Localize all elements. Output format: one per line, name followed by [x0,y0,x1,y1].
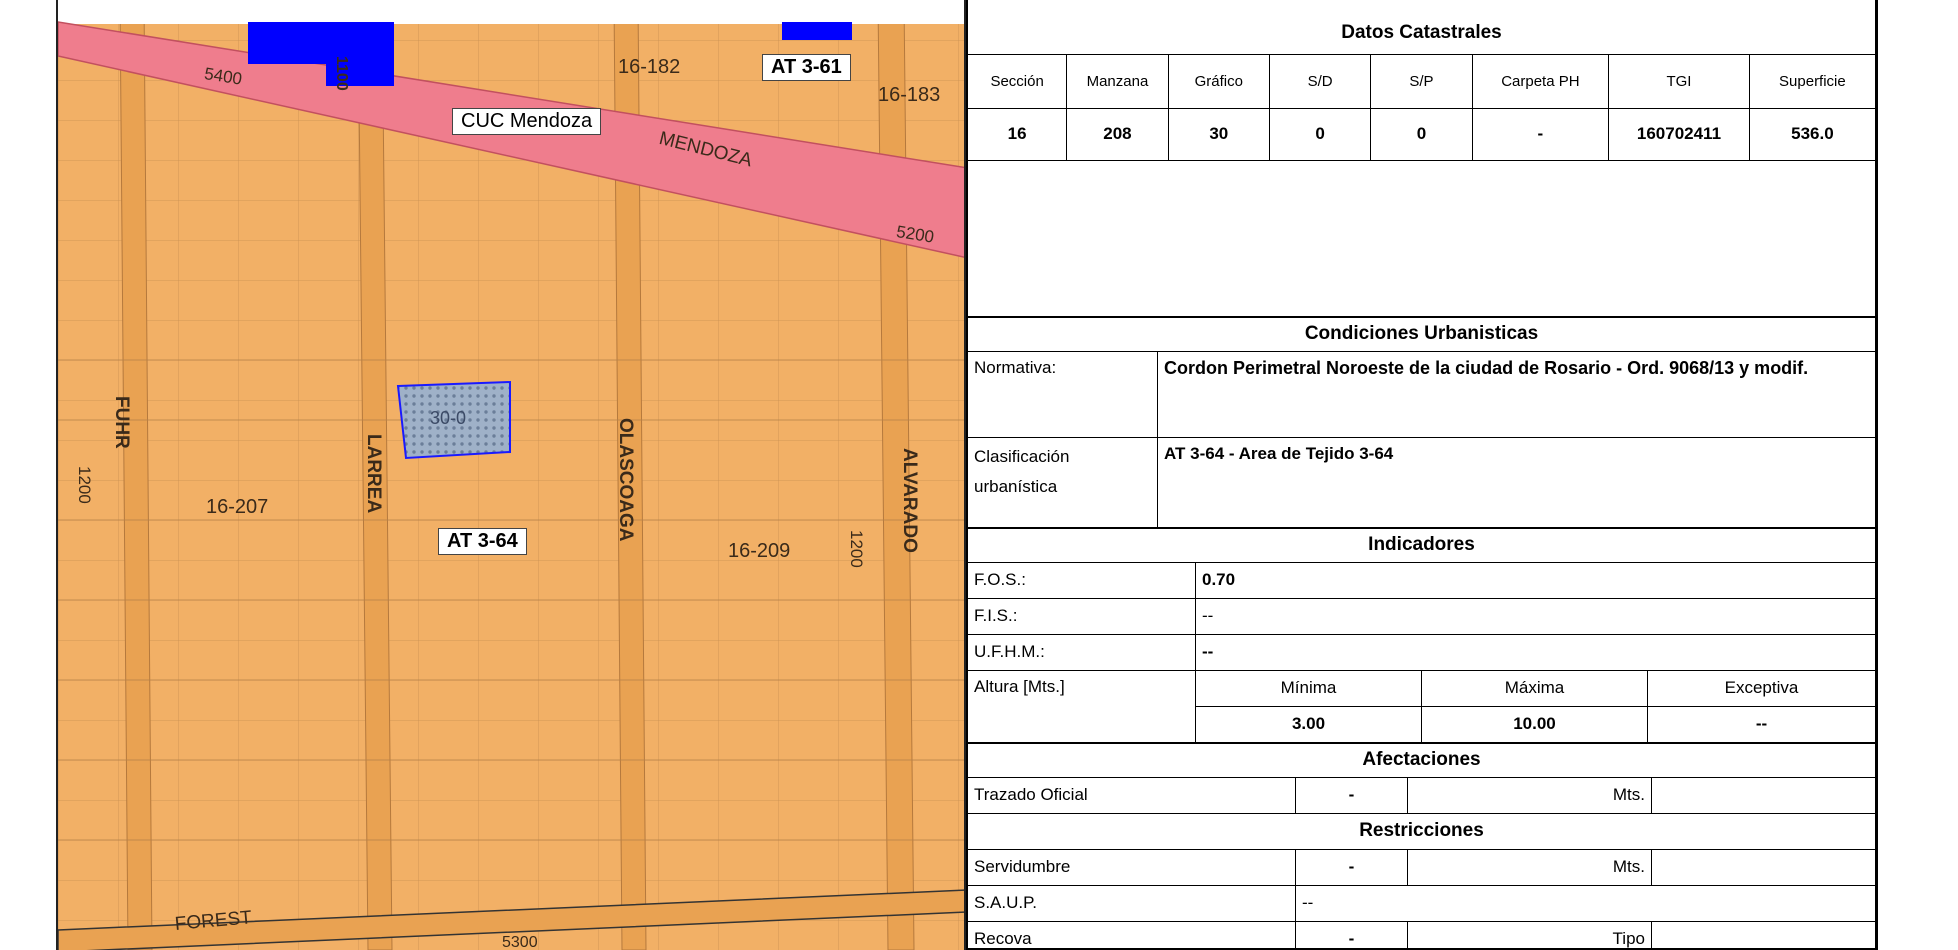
recova-value: - [1295,920,1408,948]
afectaciones-table: Afectaciones Trazado Oficial - Mts. Rest… [967,742,1876,948]
catastro-table: Datos Catastrales Sección Manzana Gráfic… [967,0,1876,317]
clasificacion-value: AT 3-64 - Area de Tejido 3-64 [1157,436,1876,528]
servidumbre-label: Servidumbre [967,848,1296,886]
value-carpeta-ph: - [1471,107,1610,161]
zone-label-at-3-64: AT 3-64 [438,528,527,555]
value-manzana: 208 [1066,107,1169,161]
afectaciones-title: Afectaciones [967,742,1876,778]
minima-value: 3.00 [1195,705,1422,743]
indicadores-title: Indicadores [967,527,1876,563]
fis-label: F.I.S.: [967,597,1196,635]
maxima-value: 10.00 [1421,705,1648,743]
ufhm-value: -- [1195,633,1876,671]
street-label-olascoaga: OLASCOAGA [615,418,636,542]
catastro-title: Datos Catastrales [967,0,1876,55]
label-lot-16-182: 16-182 [618,56,681,78]
normativa-label: Normativa: [967,350,1158,438]
value-grafico: 30 [1167,107,1270,161]
value-seccion: 16 [967,107,1068,161]
recova-unit: Tipo [1407,920,1652,948]
value-tgi: 160702411 [1608,107,1750,161]
clasificacion-label-line2: urbanística [974,476,1058,496]
header-tgi: TGI [1608,53,1750,109]
blank-area [967,159,1876,317]
servidumbre-unit: Mts. [1407,848,1652,886]
zone-label-at-3-61: AT 3-61 [762,54,851,81]
map-drawing [58,0,964,950]
parcel-info-panel: Datos Catastrales Sección Manzana Gráfic… [966,0,1878,950]
header-superficie: Superficie [1748,53,1876,109]
value-superficie: 536.0 [1748,107,1876,161]
recova-label: Recova [967,920,1296,948]
street-label-larrea: LARREA [363,434,384,514]
header-sd: S/D [1268,53,1372,109]
excepcional-value: -- [1647,705,1876,743]
indicadores-table: Indicadores F.O.S.: 0.70 F.I.S.: -- U.F.… [967,527,1876,743]
fis-value: -- [1195,597,1876,635]
label-1100: 1100 [333,56,350,91]
label-5300: 5300 [502,934,538,950]
street-label-alvarado: ALVARADO [899,448,920,553]
saup-label: S.A.U.P. [967,884,1296,922]
servidumbre-value: - [1295,848,1408,886]
street-label-fuhr: FUHR [111,396,132,449]
fos-value: 0.70 [1195,561,1876,599]
zone-label-cuc-mendoza: CUC Mendoza [452,108,602,135]
cadastral-map[interactable]: 5400 1100 16-182 AT 3-61 16-183 CUC Mend… [56,0,966,950]
trazado-extra [1651,776,1876,814]
label-1200-left: 1200 [75,466,94,504]
value-sp: 0 [1370,107,1473,161]
fos-label: F.O.S.: [967,561,1196,599]
condiciones-table: Condiciones Urbanisticas Normativa: Cord… [967,316,1876,528]
trazado-unit: Mts. [1407,776,1652,814]
saup-value: -- [1295,884,1876,922]
label-lot-16-183: 16-183 [878,84,941,106]
recova-extra [1651,920,1876,948]
trazado-label: Trazado Oficial [967,776,1296,814]
header-manzana: Manzana [1066,53,1169,109]
header-sp: S/P [1370,53,1473,109]
label-lot-16-207: 16-207 [206,496,269,518]
minima-label: Mínima [1195,669,1422,707]
header-seccion: Sección [967,53,1068,109]
altura-label: Altura [Mts.] [967,669,1196,743]
value-sd: 0 [1268,107,1372,161]
maxima-label: Máxima [1421,669,1648,707]
ufhm-label: U.F.H.M.: [967,633,1196,671]
excepcional-label: Exceptiva [1647,669,1876,707]
label-lot-16-209: 16-209 [728,540,791,562]
condiciones-title: Condiciones Urbanisticas [967,316,1876,352]
parcel-label-30-0: 30-0 [430,408,467,428]
clasificacion-label: Clasificación urbanística [967,436,1158,528]
restricciones-title: Restricciones [967,812,1876,850]
header-grafico: Gráfico [1167,53,1270,109]
servidumbre-extra [1651,848,1876,886]
clasificacion-label-line1: Clasificación [974,446,1070,466]
header-carpeta-ph: Carpeta PH [1471,53,1610,109]
label-1200-right: 1200 [847,530,866,568]
normativa-value: Cordon Perimetral Noroeste de la ciudad … [1157,350,1876,438]
trazado-value: - [1295,776,1408,814]
